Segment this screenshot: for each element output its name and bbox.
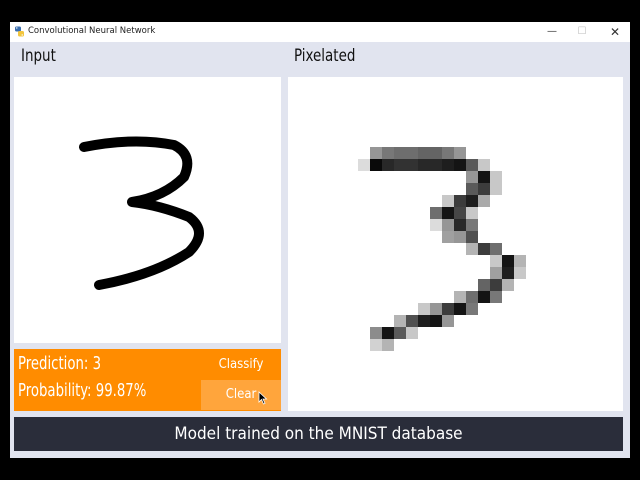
pixel-cell bbox=[430, 147, 442, 159]
pixelated-canvas bbox=[288, 77, 623, 411]
pixel-cell bbox=[358, 159, 370, 171]
title-bar: Convolutional Neural Network — ☐ ✕ bbox=[10, 22, 630, 42]
pixel-cell bbox=[406, 315, 418, 327]
pixel-cell bbox=[478, 195, 490, 207]
pixel-cell bbox=[442, 315, 454, 327]
footer-banner: Model trained on the MNIST database bbox=[14, 417, 623, 451]
pixel-cell bbox=[454, 291, 466, 303]
pixel-cell bbox=[478, 279, 490, 291]
clear-button[interactable]: Clear bbox=[201, 380, 281, 410]
pixel-cell bbox=[406, 327, 418, 339]
pixel-cell bbox=[430, 303, 442, 315]
pixel-cell bbox=[466, 171, 478, 183]
pixel-cell bbox=[478, 159, 490, 171]
pixel-cell bbox=[514, 255, 526, 267]
pixel-cell bbox=[502, 267, 514, 279]
pixelated-digit-grid bbox=[358, 147, 526, 351]
pixel-cell bbox=[466, 195, 478, 207]
pixel-cell bbox=[406, 147, 418, 159]
pixel-cell bbox=[370, 147, 382, 159]
app-window: Convolutional Neural Network — ☐ ✕ Input… bbox=[10, 22, 630, 458]
pixel-cell bbox=[442, 159, 454, 171]
classify-button[interactable]: Classify bbox=[201, 350, 281, 380]
pixel-cell bbox=[370, 327, 382, 339]
pixel-cell bbox=[454, 195, 466, 207]
pixel-cell bbox=[490, 255, 502, 267]
pixel-cell bbox=[442, 231, 454, 243]
maximize-button[interactable]: ☐ bbox=[567, 22, 597, 42]
input-label: Input bbox=[21, 46, 56, 66]
pixel-cell bbox=[370, 339, 382, 351]
window-title: Convolutional Neural Network bbox=[28, 26, 156, 36]
pixel-cell bbox=[490, 183, 502, 195]
pixel-cell bbox=[454, 207, 466, 219]
pixel-cell bbox=[382, 159, 394, 171]
pixel-cell bbox=[382, 147, 394, 159]
pixel-cell bbox=[382, 327, 394, 339]
pixel-cell bbox=[466, 207, 478, 219]
pixel-cell bbox=[454, 219, 466, 231]
pixel-cell bbox=[406, 159, 418, 171]
pixel-cell bbox=[418, 147, 430, 159]
prediction-text: Prediction: 3 bbox=[18, 353, 102, 374]
pixel-cell bbox=[430, 315, 442, 327]
pixel-cell bbox=[442, 147, 454, 159]
pixel-cell bbox=[454, 303, 466, 315]
pixel-cell bbox=[478, 291, 490, 303]
pixel-cell bbox=[370, 159, 382, 171]
pixel-cell bbox=[454, 159, 466, 171]
pixel-cell bbox=[394, 327, 406, 339]
pixel-cell bbox=[490, 267, 502, 279]
pixel-cell bbox=[418, 159, 430, 171]
pixel-cell bbox=[430, 219, 442, 231]
probability-text: Probability: 99.87% bbox=[18, 380, 147, 401]
pixel-cell bbox=[394, 315, 406, 327]
pixel-cell bbox=[394, 159, 406, 171]
pixel-cell bbox=[418, 303, 430, 315]
pixel-cell bbox=[490, 171, 502, 183]
prediction-panel: Prediction: 3 Probability: 99.87% Classi… bbox=[14, 349, 281, 411]
cursor-arrow-icon bbox=[258, 391, 268, 405]
pixel-cell bbox=[490, 243, 502, 255]
pixel-cell bbox=[430, 207, 442, 219]
python-app-icon bbox=[15, 26, 24, 37]
handwritten-digit-drawing bbox=[79, 136, 204, 290]
pixel-cell bbox=[466, 183, 478, 195]
pixel-cell bbox=[478, 183, 490, 195]
pixel-cell bbox=[490, 279, 502, 291]
pixel-cell bbox=[466, 291, 478, 303]
minimize-button[interactable]: — bbox=[537, 22, 567, 42]
pixel-cell bbox=[466, 243, 478, 255]
pixel-cell bbox=[454, 231, 466, 243]
pixel-cell bbox=[454, 147, 466, 159]
pixel-cell bbox=[466, 219, 478, 231]
pixelated-label: Pixelated bbox=[294, 46, 356, 66]
pixel-cell bbox=[394, 147, 406, 159]
drawing-canvas[interactable] bbox=[14, 77, 281, 343]
pixel-cell bbox=[382, 339, 394, 351]
close-button[interactable]: ✕ bbox=[600, 22, 630, 42]
pixel-cell bbox=[418, 315, 430, 327]
pixel-cell bbox=[466, 231, 478, 243]
pixel-cell bbox=[442, 207, 454, 219]
pixel-cell bbox=[442, 219, 454, 231]
pixel-cell bbox=[514, 267, 526, 279]
pixel-cell bbox=[442, 303, 454, 315]
pixel-cell bbox=[478, 243, 490, 255]
pixel-cell bbox=[430, 159, 442, 171]
pixel-cell bbox=[502, 255, 514, 267]
pixel-cell bbox=[466, 159, 478, 171]
pixel-cell bbox=[442, 195, 454, 207]
pixel-cell bbox=[502, 279, 514, 291]
pixel-cell bbox=[478, 171, 490, 183]
pixel-cell bbox=[466, 303, 478, 315]
pixel-cell bbox=[490, 291, 502, 303]
